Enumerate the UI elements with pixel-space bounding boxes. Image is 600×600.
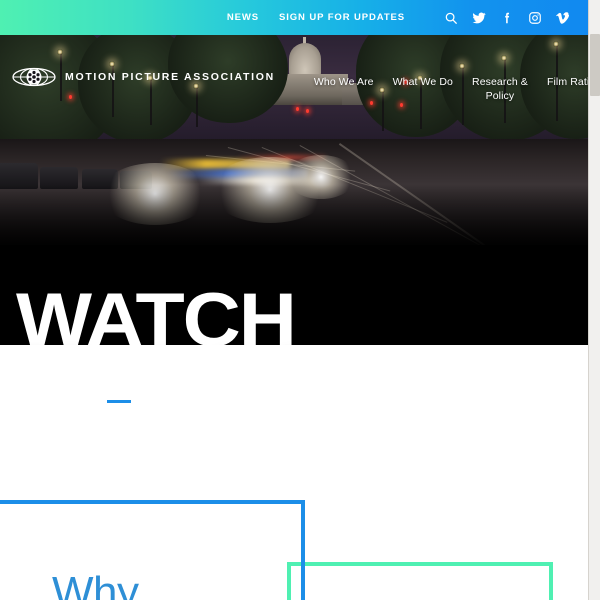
brand-name: MOTION PICTURE ASSOCIATION: [65, 71, 275, 83]
hero-headline-line1: WATCH: [16, 277, 297, 345]
nav-item-who-we-are[interactable]: Who We Are: [314, 75, 374, 89]
news-link[interactable]: NEWS: [227, 12, 259, 23]
instagram-icon[interactable]: [527, 10, 542, 25]
main-navigation: Who We Are What We Do Research & Policy …: [295, 75, 588, 103]
site-header: MOTION PICTURE ASSOCIATION Who We Are Wh…: [0, 35, 588, 102]
traffic-light: [69, 95, 72, 99]
mpa-globe-logo-icon: [12, 67, 56, 87]
search-icon[interactable]: [443, 10, 458, 25]
decorative-box-green: [287, 562, 553, 600]
blue-divider-dash: [107, 400, 131, 403]
scrollbar-thumb[interactable]: [590, 34, 600, 96]
vimeo-icon[interactable]: [555, 10, 570, 25]
hero-headline: WATCH IT LEGALLY: [16, 282, 588, 345]
intro-heading: Why: [52, 568, 139, 600]
signup-for-updates-link[interactable]: SIGN UP FOR UPDATES: [279, 12, 405, 23]
utility-bar: NEWS SIGN UP FOR UPDATES: [0, 0, 588, 35]
page-scrollbar[interactable]: [588, 0, 600, 600]
facebook-icon[interactable]: [499, 10, 514, 25]
traffic-light: [296, 107, 299, 111]
nav-item-film-ratings[interactable]: Film Ratings: [547, 75, 588, 89]
twitter-icon[interactable]: [471, 10, 486, 25]
hero-gradient-overlay: [0, 185, 588, 247]
decorative-box-blue: [0, 500, 305, 600]
traffic-light: [400, 103, 403, 107]
page-root: WATCH IT LEGALLY Why NEWS SIGN UP FOR UP…: [0, 0, 588, 600]
traffic-light: [306, 109, 309, 113]
brand-logo-link[interactable]: MOTION PICTURE ASSOCIATION: [12, 67, 275, 87]
nav-item-research-and-policy[interactable]: Research & Policy: [472, 75, 528, 103]
social-icon-group: [443, 10, 570, 25]
nav-item-what-we-do[interactable]: What We Do: [393, 75, 453, 89]
